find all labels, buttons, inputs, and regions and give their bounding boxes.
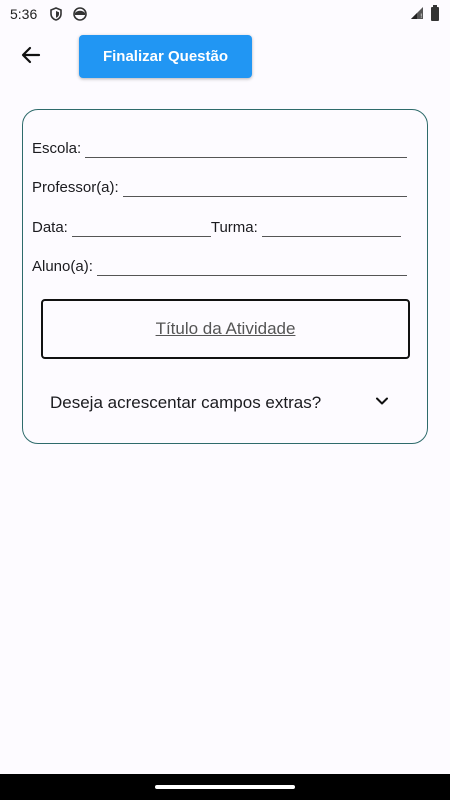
professor-input-line[interactable] bbox=[122, 179, 407, 197]
extra-fields-dropdown[interactable]: Deseja acrescentar campos extras? bbox=[50, 388, 390, 418]
activity-title[interactable]: Título da Atividade bbox=[156, 319, 296, 339]
status-bar: 5:36 ! bbox=[0, 0, 450, 28]
home-handle[interactable] bbox=[155, 785, 295, 789]
aluno-field[interactable]: Aluno(a): bbox=[32, 258, 407, 276]
status-time: 5:36 bbox=[10, 6, 38, 22]
activity-title-box[interactable]: Título da Atividade bbox=[41, 299, 410, 359]
data-label: Data: bbox=[32, 219, 68, 236]
data-turma-row: Data: Turma: bbox=[32, 219, 407, 237]
aluno-input-line[interactable] bbox=[96, 258, 407, 276]
escola-label: Escola: bbox=[32, 140, 82, 157]
shield-icon bbox=[49, 7, 63, 21]
system-nav-bar bbox=[0, 774, 450, 800]
signal-icon: ! bbox=[410, 6, 424, 23]
finalize-question-button[interactable]: Finalizar Questão bbox=[79, 35, 252, 78]
turma-label: Turma: bbox=[210, 219, 258, 236]
back-button[interactable] bbox=[16, 42, 46, 72]
chevron-down-icon[interactable] bbox=[374, 393, 390, 414]
face-icon bbox=[73, 7, 88, 21]
turma-input-line[interactable] bbox=[261, 219, 401, 237]
battery-icon bbox=[430, 4, 440, 24]
arrow-left-icon bbox=[21, 45, 41, 70]
extra-fields-label: Deseja acrescentar campos extras? bbox=[50, 393, 322, 412]
professor-field[interactable]: Professor(a): bbox=[32, 179, 407, 197]
data-input-line[interactable] bbox=[71, 219, 211, 237]
aluno-label: Aluno(a): bbox=[32, 258, 93, 275]
professor-label: Professor(a): bbox=[32, 179, 119, 196]
escola-field[interactable]: Escola: bbox=[32, 140, 407, 158]
svg-text:!: ! bbox=[420, 13, 422, 20]
question-form-card: Escola: Professor(a): Data: Turma: Aluno… bbox=[22, 109, 428, 444]
escola-input-line[interactable] bbox=[85, 140, 407, 158]
